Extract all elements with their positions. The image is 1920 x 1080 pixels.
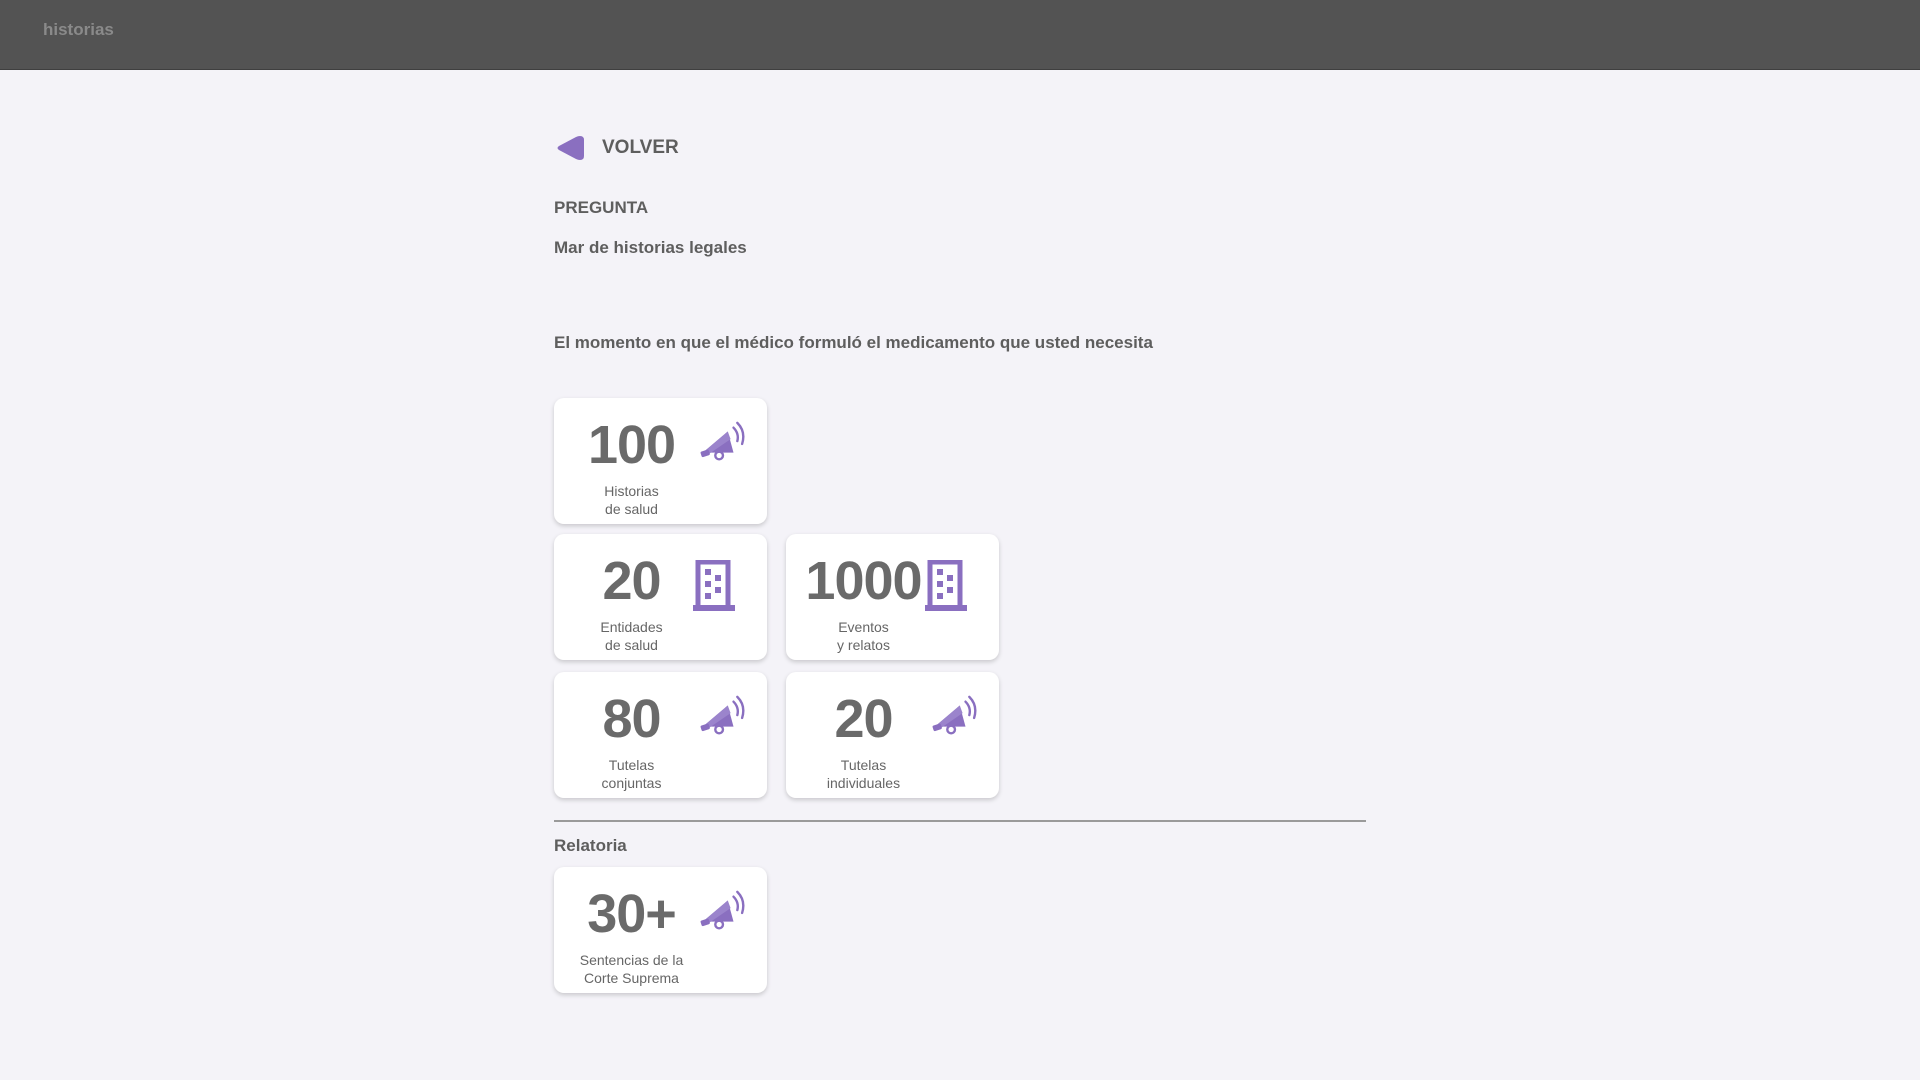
stat-card-entidades[interactable]: 20 Entidades de salud <box>554 534 767 660</box>
section-divider <box>554 820 1366 822</box>
megaphone-icon <box>699 694 745 740</box>
stat-card-sentencias[interactable]: 30+ Sentencias de la Corte Suprema <box>554 867 767 993</box>
question-label: PREGUNTA <box>554 198 649 217</box>
top-bar: historias <box>0 0 1920 70</box>
stat-value: 20 <box>602 551 661 611</box>
stat-label-line: y relatos <box>837 637 890 653</box>
megaphone-icon <box>699 889 745 935</box>
stat-label-line: Sentencias de la <box>579 952 684 968</box>
back-button[interactable]: VOLVER <box>554 130 679 166</box>
building-icon <box>925 560 967 612</box>
stat-label-line: Tutelas <box>608 757 655 773</box>
megaphone-icon <box>931 694 977 740</box>
stat-value: 1000 <box>805 551 922 611</box>
question-subtitle: Mar de historias legales <box>554 238 747 257</box>
stat-label-line: Eventos <box>838 619 889 635</box>
stat-card-tutelas-individuales[interactable]: 20 Tutelas individuales <box>786 672 999 798</box>
stat-card-eventos[interactable]: 1000 Eventos y relatos <box>786 534 999 660</box>
stat-label: Tutelas conjuntas <box>554 756 709 792</box>
stat-value: 80 <box>602 689 661 749</box>
stat-label-line: conjuntas <box>601 775 662 791</box>
stat-label-line: Tutelas <box>840 757 887 773</box>
stat-label-line: de salud <box>605 501 658 517</box>
megaphone-icon <box>699 420 745 466</box>
stat-label-line: Entidades <box>600 619 663 635</box>
back-button-label: VOLVER <box>602 137 679 158</box>
relatoria-title: Relatoria <box>554 836 627 855</box>
stat-label: Entidades de salud <box>554 618 709 654</box>
stat-label-line: individuales <box>826 775 901 791</box>
stat-label: Tutelas individuales <box>786 756 941 792</box>
stat-value: 30+ <box>587 884 677 944</box>
building-icon <box>693 560 735 612</box>
stat-value: 100 <box>587 415 676 475</box>
stat-label-line: Corte Suprema <box>584 970 679 986</box>
stat-label-line: de salud <box>605 637 658 653</box>
stat-label-line: Historias <box>604 483 659 499</box>
stat-label: Eventos y relatos <box>786 618 941 654</box>
brand-link[interactable]: historias <box>43 20 114 40</box>
stat-card-tutelas-conjuntas[interactable]: 80 Tutelas conjuntas <box>554 672 767 798</box>
back-arrow-icon <box>557 136 584 160</box>
stat-label: Sentencias de la Corte Suprema <box>554 951 709 987</box>
stat-value: 20 <box>834 689 893 749</box>
question-text: El momento en que el médico formuló el m… <box>554 333 1153 352</box>
stat-card-historias[interactable]: 100 Historias de salud <box>554 398 767 524</box>
stat-label: Historias de salud <box>554 482 709 518</box>
